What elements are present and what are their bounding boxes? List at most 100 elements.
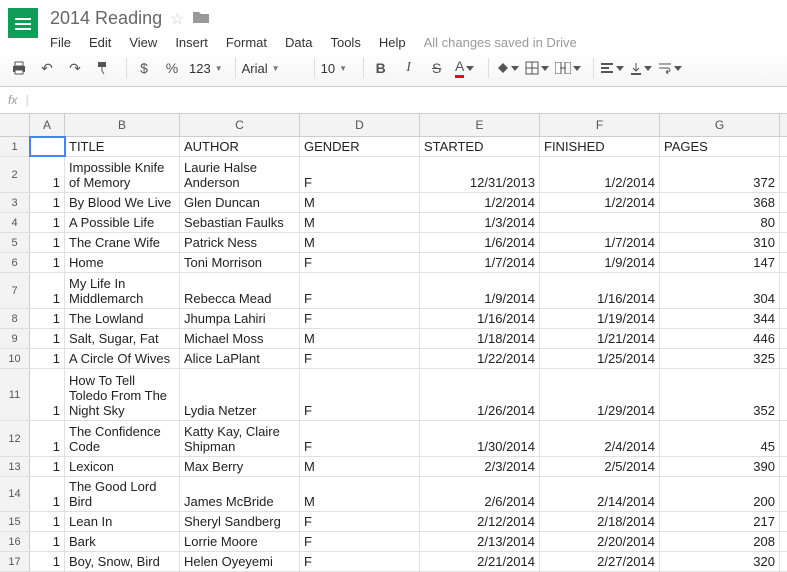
cell[interactable] [30, 137, 65, 156]
cell[interactable]: 1 [30, 213, 65, 232]
cell[interactable]: F [300, 421, 420, 456]
cell[interactable]: Lorrie Moore [180, 532, 300, 551]
cell[interactable]: AUTHOR [180, 137, 300, 156]
cell[interactable]: M [300, 233, 420, 252]
cell[interactable]: Laurie Halse Anderson [180, 157, 300, 192]
cell[interactable]: Alice LaPlant [180, 349, 300, 368]
cell[interactable]: 1/2/2014 [420, 193, 540, 212]
cell[interactable]: 1/2/2014 [540, 193, 660, 212]
col-header[interactable]: F [540, 114, 660, 136]
cell[interactable]: 2/5/2014 [540, 457, 660, 476]
cell[interactable]: F [300, 309, 420, 328]
cell[interactable]: James McBride [180, 477, 300, 511]
valign-button[interactable] [630, 56, 652, 80]
cell[interactable]: 217 [660, 512, 780, 531]
print-icon[interactable] [8, 56, 30, 80]
col-header[interactable]: G [660, 114, 780, 136]
cell[interactable]: F [300, 369, 420, 420]
cell[interactable]: Impossible Knife of Memory [65, 157, 180, 192]
cell[interactable]: M [300, 457, 420, 476]
row-header[interactable]: 15 [0, 512, 30, 531]
row-header[interactable]: 7 [0, 273, 30, 308]
cell[interactable]: F [300, 253, 420, 272]
cell[interactable]: 1 [30, 233, 65, 252]
cell[interactable]: 390 [660, 457, 780, 476]
cell[interactable]: TITLE [65, 137, 180, 156]
cell[interactable]: 200 [660, 477, 780, 511]
cell[interactable]: PAGES [660, 137, 780, 156]
cell[interactable]: 2/18/2014 [540, 512, 660, 531]
cell[interactable]: M [300, 193, 420, 212]
menu-tools[interactable]: Tools [330, 35, 360, 50]
cell[interactable]: 1 [30, 273, 65, 308]
cell[interactable]: F [300, 512, 420, 531]
cell[interactable]: 1 [30, 421, 65, 456]
row-header[interactable]: 12 [0, 421, 30, 456]
strike-button[interactable]: S [426, 56, 448, 80]
col-header[interactable]: D [300, 114, 420, 136]
row-header[interactable]: 10 [0, 349, 30, 368]
cell[interactable]: STARTED [420, 137, 540, 156]
redo-icon[interactable]: ↷ [64, 56, 86, 80]
currency-button[interactable]: $ [133, 56, 155, 80]
sheets-logo-icon[interactable] [8, 8, 38, 38]
row-header[interactable]: 2 [0, 157, 30, 192]
cell[interactable]: 1 [30, 349, 65, 368]
cell[interactable]: Sebastian Faulks [180, 213, 300, 232]
cell[interactable]: How To Tell Toledo From The Night Sky [65, 369, 180, 420]
undo-icon[interactable]: ↶ [36, 56, 58, 80]
text-color-button[interactable]: A [454, 56, 476, 80]
row-header[interactable]: 13 [0, 457, 30, 476]
cell[interactable]: Boy, Snow, Bird [65, 552, 180, 571]
cell[interactable]: 344 [660, 309, 780, 328]
cell[interactable]: 1/9/2014 [540, 253, 660, 272]
col-header[interactable]: C [180, 114, 300, 136]
row-header[interactable]: 14 [0, 477, 30, 511]
cell[interactable]: 2/3/2014 [420, 457, 540, 476]
cell[interactable]: 2/27/2014 [540, 552, 660, 571]
cell[interactable]: M [300, 213, 420, 232]
cell[interactable]: 1 [30, 532, 65, 551]
cell[interactable]: 1/19/2014 [540, 309, 660, 328]
cell[interactable]: Glen Duncan [180, 193, 300, 212]
cell[interactable]: Michael Moss [180, 329, 300, 348]
cell[interactable]: FINISHED [540, 137, 660, 156]
italic-button[interactable]: I [398, 56, 420, 80]
cell[interactable]: 1 [30, 477, 65, 511]
cell[interactable]: Lexicon [65, 457, 180, 476]
cell[interactable]: 310 [660, 233, 780, 252]
cell[interactable]: 368 [660, 193, 780, 212]
cell[interactable] [540, 213, 660, 232]
cell[interactable]: The Lowland [65, 309, 180, 328]
folder-icon[interactable] [192, 10, 210, 27]
row-header[interactable]: 17 [0, 552, 30, 571]
cell[interactable]: GENDER [300, 137, 420, 156]
cell[interactable]: The Confidence Code [65, 421, 180, 456]
cell[interactable]: 352 [660, 369, 780, 420]
halign-button[interactable] [600, 56, 624, 80]
cell[interactable]: The Good Lord Bird [65, 477, 180, 511]
cell[interactable]: 1 [30, 457, 65, 476]
cell[interactable]: Home [65, 253, 180, 272]
cell[interactable]: 2/12/2014 [420, 512, 540, 531]
cell[interactable]: 2/14/2014 [540, 477, 660, 511]
cell[interactable]: 147 [660, 253, 780, 272]
cell[interactable]: 2/6/2014 [420, 477, 540, 511]
number-format-select[interactable]: 123 [189, 61, 223, 76]
fill-color-button[interactable] [495, 56, 519, 80]
cell[interactable]: 1/7/2014 [420, 253, 540, 272]
cell[interactable]: 45 [660, 421, 780, 456]
col-header[interactable]: A [30, 114, 65, 136]
cell[interactable]: 446 [660, 329, 780, 348]
doc-title[interactable]: 2014 Reading [50, 8, 162, 29]
cell[interactable]: My Life In Middlemarch [65, 273, 180, 308]
cell[interactable]: F [300, 552, 420, 571]
menu-edit[interactable]: Edit [89, 35, 111, 50]
cell[interactable]: Max Berry [180, 457, 300, 476]
fontsize-select[interactable]: 10 [321, 61, 351, 76]
cell[interactable]: 12/31/2013 [420, 157, 540, 192]
cell[interactable]: 1 [30, 329, 65, 348]
row-header[interactable]: 6 [0, 253, 30, 272]
col-header[interactable]: E [420, 114, 540, 136]
cell[interactable]: 1 [30, 253, 65, 272]
